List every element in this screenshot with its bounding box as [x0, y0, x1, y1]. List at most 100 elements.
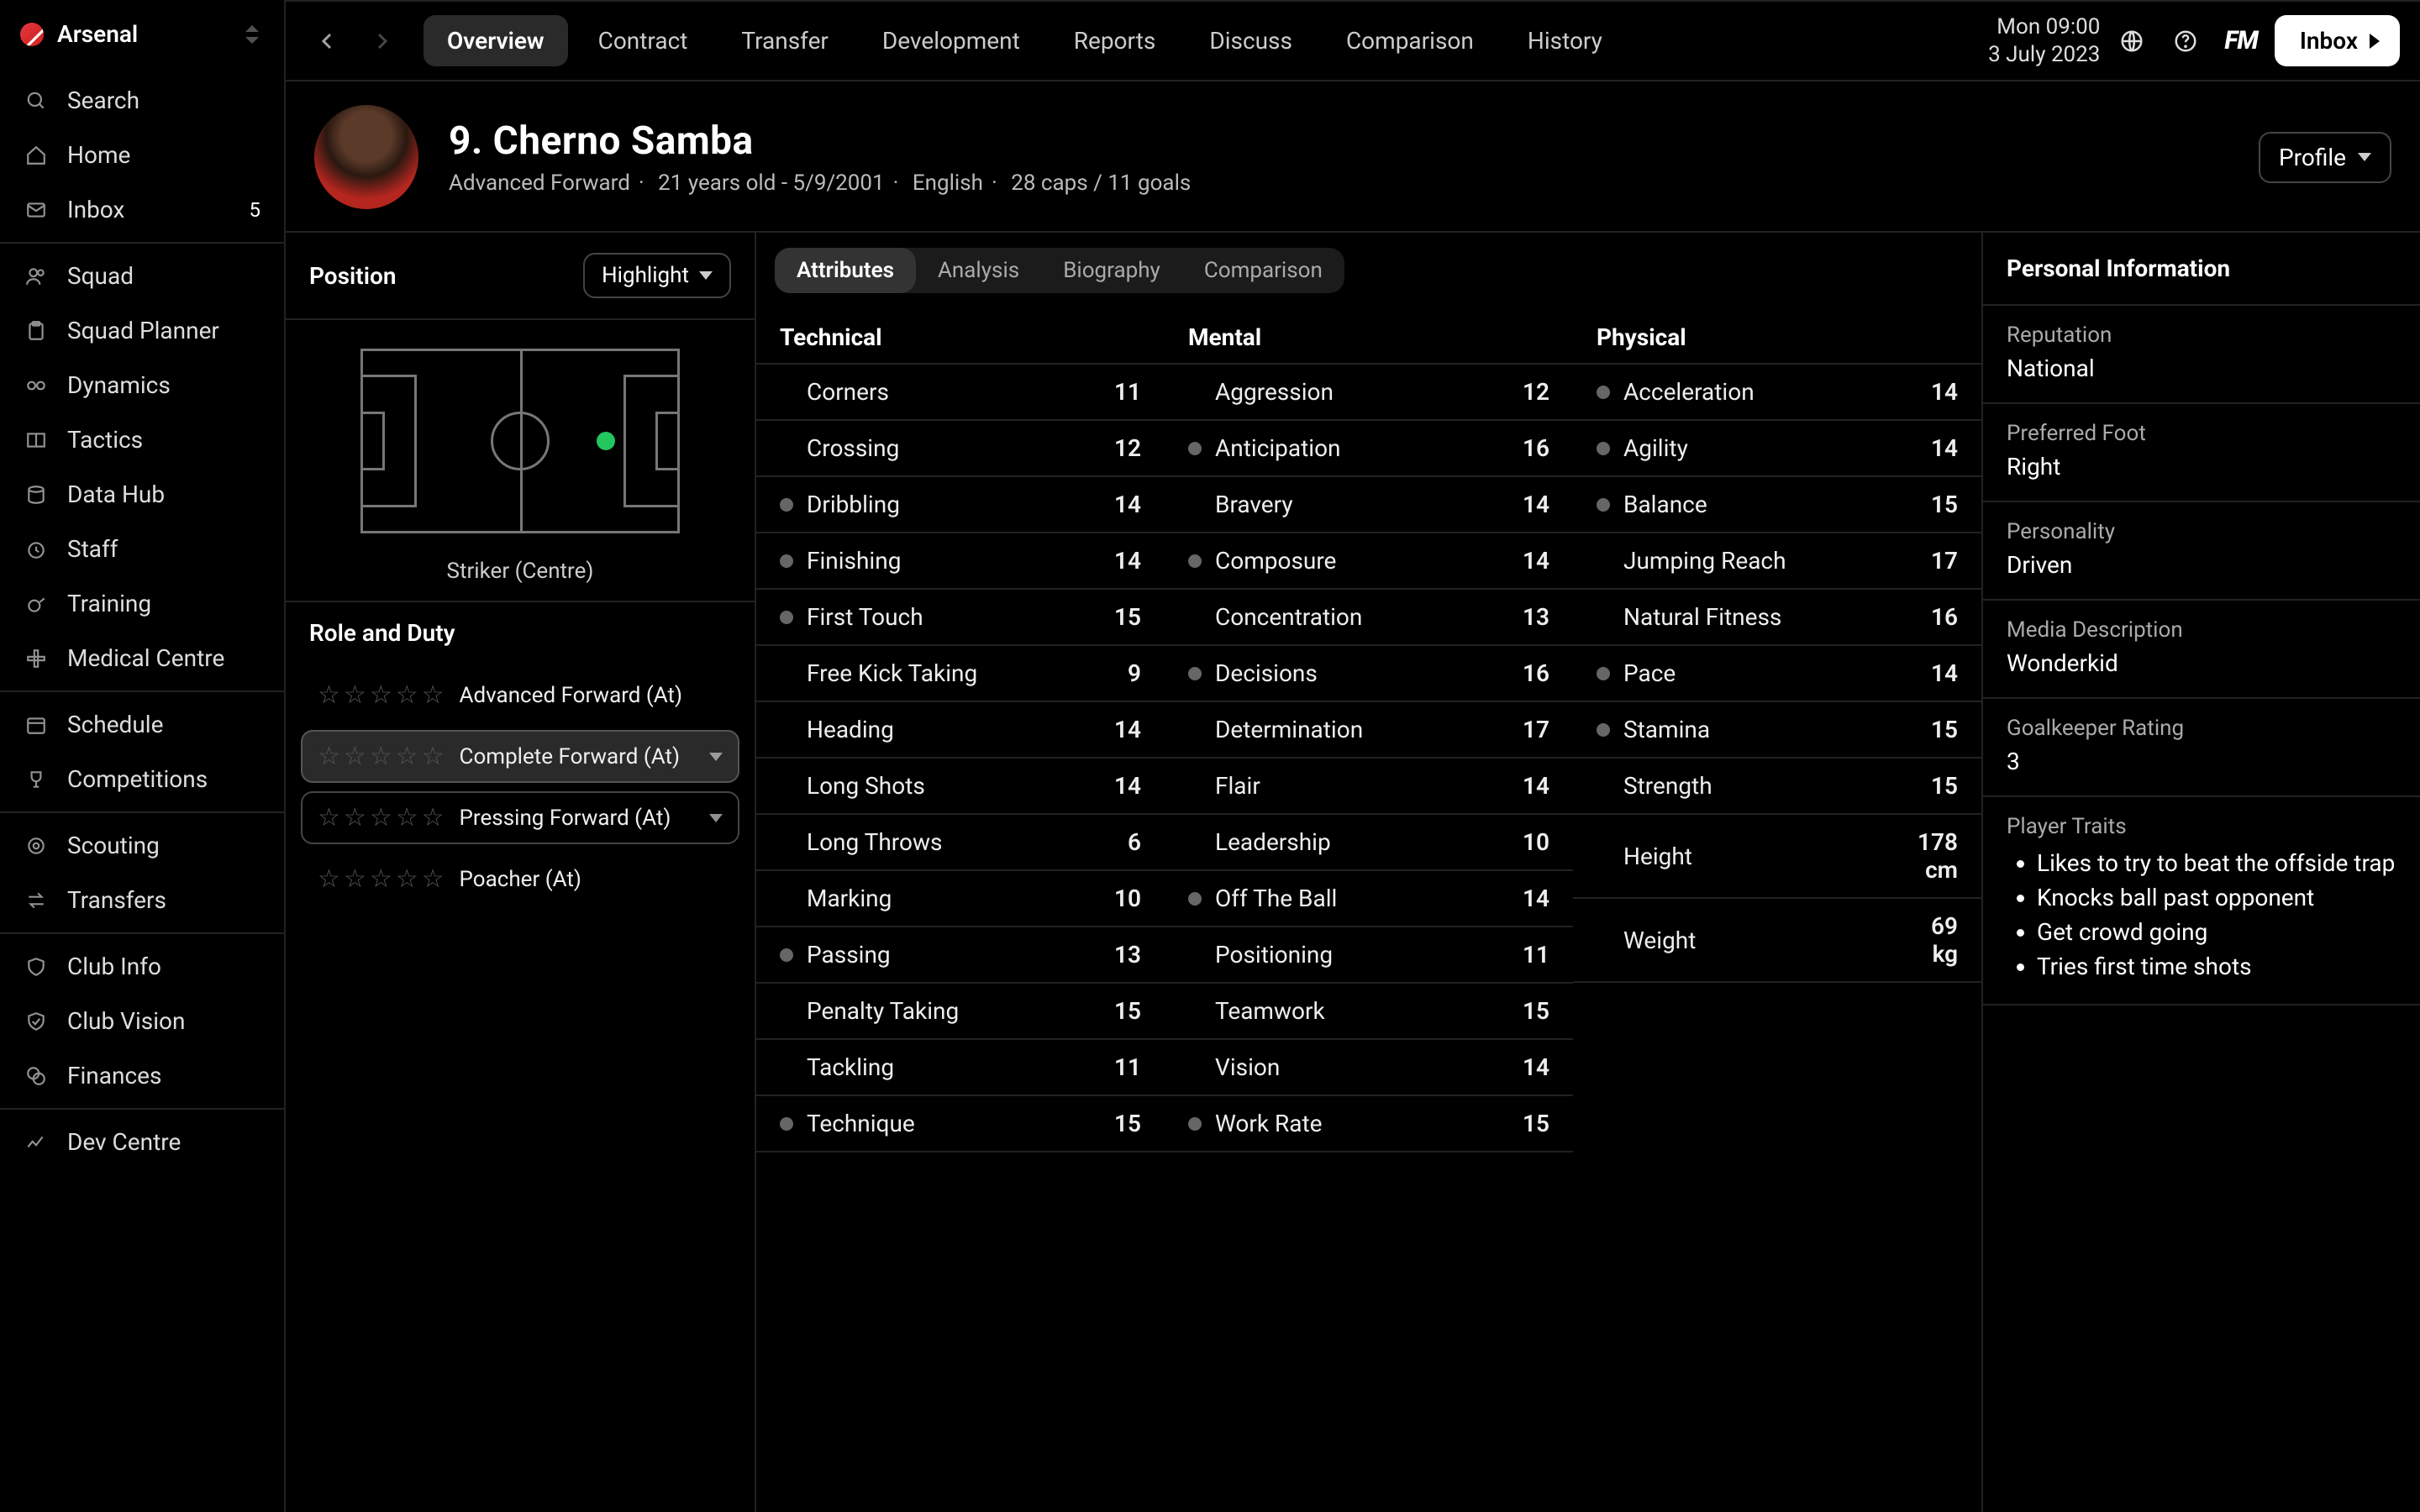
player-subtitle: Advanced Forward· 21 years old - 5/9/200…: [449, 171, 1191, 196]
stars-icon: ☆☆☆☆☆: [318, 680, 445, 710]
attribute-row: Jumping Reach17: [1573, 533, 1981, 590]
sidebar-item-competitions[interactable]: Competitions: [0, 752, 284, 806]
main: Overview Contract Transfer Development R…: [286, 0, 2420, 1512]
tab-development[interactable]: Development: [859, 15, 1044, 66]
pill-analysis[interactable]: Analysis: [916, 248, 1041, 293]
fm-logo-icon[interactable]: FM: [2217, 26, 2264, 55]
attribute-name: Off The Ball: [1215, 885, 1496, 912]
tab-comparison[interactable]: Comparison: [1323, 15, 1497, 66]
attribute-name: Long Shots: [807, 772, 1087, 800]
sidebar-item-squad[interactable]: Squad: [0, 249, 284, 303]
tab-discuss[interactable]: Discuss: [1186, 15, 1316, 66]
sidebar-item-transfers[interactable]: Transfers: [0, 873, 284, 927]
database-icon: [24, 482, 49, 507]
role-item[interactable]: ☆☆☆☆☆Complete Forward (At): [301, 730, 739, 783]
chart-icon: [24, 1130, 49, 1155]
sidebar-item-data-hub[interactable]: Data Hub: [0, 467, 284, 522]
sidebar-item-schedule[interactable]: Schedule: [0, 697, 284, 752]
attribute-value: 10: [1496, 828, 1549, 856]
attribute-name: Strength: [1623, 772, 1904, 800]
sidebar-item-medical[interactable]: Medical Centre: [0, 631, 284, 685]
tab-history[interactable]: History: [1504, 15, 1626, 66]
forward-button[interactable]: [360, 19, 403, 63]
sidebar-item-home[interactable]: Home: [0, 128, 284, 182]
attr-tabbar: Attributes Analysis Biography Comparison: [775, 248, 1344, 293]
attribute-value: 14: [1496, 491, 1549, 518]
sidebar-item-club-vision[interactable]: Club Vision: [0, 994, 284, 1048]
tab-overview[interactable]: Overview: [424, 15, 568, 66]
col-head-physical: Physical: [1573, 308, 1981, 365]
position-caption: Striker (Centre): [286, 559, 755, 584]
attribute-value: 16: [1904, 603, 1958, 631]
personality-value: Driven: [2007, 551, 2396, 579]
pill-comparison[interactable]: Comparison: [1182, 248, 1344, 293]
attribute-row: Decisions16: [1165, 646, 1573, 702]
brand-row[interactable]: Arsenal: [0, 10, 284, 68]
content: Position Highlight Striker (Centre) Role…: [286, 233, 2420, 1512]
sidebar-item-search[interactable]: Search: [0, 73, 284, 128]
role-item[interactable]: ☆☆☆☆☆Poacher (At): [301, 853, 739, 906]
sidebar-item-finances[interactable]: Finances: [0, 1048, 284, 1103]
attribute-value: 14: [1496, 772, 1549, 800]
attribute-value: 10: [1087, 885, 1141, 912]
attribute-value: 69 kg: [1904, 912, 1958, 968]
sidebar-item-squad-planner[interactable]: Squad Planner: [0, 303, 284, 358]
gk-rating-value: 3: [2007, 748, 2396, 775]
attribute-name: Work Rate: [1215, 1110, 1496, 1137]
attribute-row: Finishing14: [756, 533, 1165, 590]
sidebar-item-label: Data Hub: [67, 480, 165, 508]
highlight-dropdown[interactable]: Highlight: [583, 253, 731, 298]
highlight-dot-icon: [1597, 667, 1610, 680]
tab-contract[interactable]: Contract: [575, 15, 712, 66]
sidebar-item-club-info[interactable]: Club Info: [0, 939, 284, 994]
highlight-dot-icon: [780, 1117, 793, 1131]
media-label: Media Description: [2007, 617, 2396, 643]
technical-column: Technical Corners11Crossing12Dribbling14…: [756, 308, 1165, 1512]
attribute-name: Concentration: [1215, 603, 1496, 631]
inbox-count-badge: 5: [250, 198, 261, 222]
reputation-value: National: [2007, 354, 2396, 382]
sidebar-item-scouting[interactable]: Scouting: [0, 818, 284, 873]
tab-transfer[interactable]: Transfer: [718, 15, 852, 66]
topbar: Overview Contract Transfer Development R…: [286, 2, 2420, 81]
sort-icon[interactable]: [240, 23, 264, 46]
pill-attributes[interactable]: Attributes: [775, 248, 916, 293]
sidebar-item-inbox[interactable]: Inbox5: [0, 182, 284, 237]
attribute-row: Natural Fitness16: [1573, 590, 1981, 646]
role-item[interactable]: ☆☆☆☆☆Advanced Forward (At): [301, 669, 739, 722]
attribute-name: Free Kick Taking: [807, 659, 1087, 687]
highlight-dot-icon: [1188, 1117, 1202, 1131]
inbox-button[interactable]: Inbox: [2275, 15, 2400, 66]
sidebar-item-dev-centre[interactable]: Dev Centre: [0, 1115, 284, 1169]
world-button[interactable]: [2110, 19, 2154, 63]
pill-biography[interactable]: Biography: [1041, 248, 1182, 293]
highlight-dot-icon: [780, 554, 793, 568]
shield-check-icon: [24, 1009, 49, 1034]
help-button[interactable]: [2164, 19, 2207, 63]
chevron-down-icon: [709, 814, 723, 822]
profile-dropdown-button[interactable]: Profile: [2259, 132, 2391, 183]
player-role: Advanced Forward: [449, 171, 630, 196]
game-date-text: 3 July 2023: [1988, 41, 2100, 69]
attribute-row: Dribbling14: [756, 477, 1165, 533]
attribute-row: Pace14: [1573, 646, 1981, 702]
sidebar-item-tactics[interactable]: Tactics: [0, 412, 284, 467]
traits-block: Player Traits Likes to try to beat the o…: [1983, 797, 2420, 1005]
sidebar-item-label: Medical Centre: [67, 644, 224, 672]
sidebar-item-training[interactable]: Training: [0, 576, 284, 631]
attribute-name: Corners: [807, 378, 1087, 406]
attribute-value: 15: [1087, 603, 1141, 631]
sidebar-item-label: Transfers: [67, 886, 166, 914]
sidebar-item-dynamics[interactable]: Dynamics: [0, 358, 284, 412]
trait-item: Get crowd going: [2037, 915, 2396, 949]
role-item[interactable]: ☆☆☆☆☆Pressing Forward (At): [301, 791, 739, 844]
attribute-name: Anticipation: [1215, 434, 1496, 462]
tab-reports[interactable]: Reports: [1050, 15, 1180, 66]
sidebar-item-label: Competitions: [67, 765, 208, 793]
back-button[interactable]: [306, 19, 350, 63]
stars-icon: ☆☆☆☆☆: [318, 803, 445, 832]
attribute-name: Bravery: [1215, 491, 1496, 518]
pitch-diagram[interactable]: [360, 349, 680, 533]
sidebar-item-staff[interactable]: Staff: [0, 522, 284, 576]
position-marker: [597, 432, 615, 450]
